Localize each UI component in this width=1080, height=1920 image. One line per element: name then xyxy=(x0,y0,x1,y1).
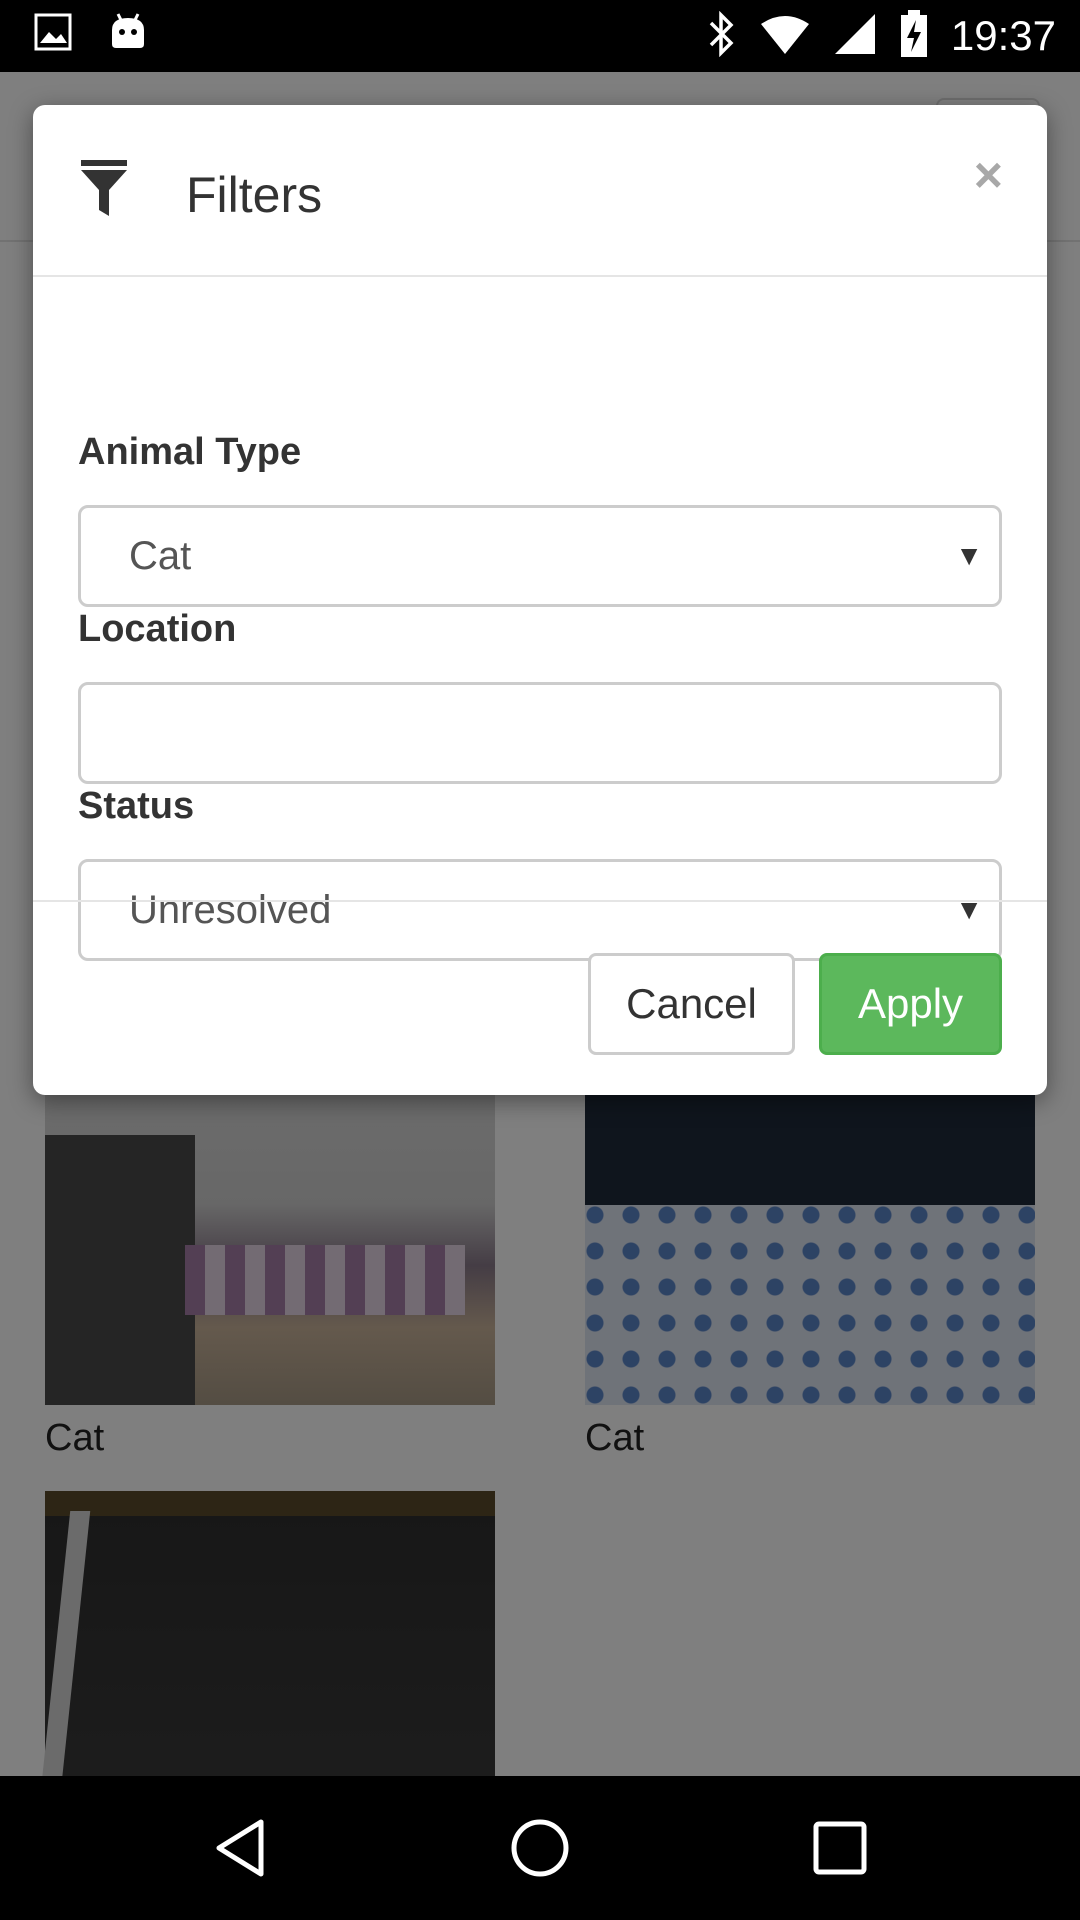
modal-title: Filters xyxy=(186,167,323,223)
image-icon xyxy=(34,13,72,56)
signal-icon xyxy=(833,12,877,61)
status-bar: 19:37 xyxy=(0,0,1080,72)
location-label: Location xyxy=(78,608,237,650)
location-input[interactable] xyxy=(78,682,1002,784)
chevron-down-icon: ▼ xyxy=(955,540,983,571)
navigation-bar xyxy=(0,1776,1080,1920)
animal-type-select[interactable]: Cat ▼ xyxy=(78,505,1002,607)
animal-type-value: Cat xyxy=(129,534,192,578)
back-icon[interactable] xyxy=(205,1812,277,1884)
bluetooth-icon xyxy=(707,10,737,62)
apply-button[interactable]: Apply xyxy=(819,953,1002,1055)
modal-footer: Cancel Apply xyxy=(33,900,1047,1095)
close-icon[interactable]: × xyxy=(974,145,1003,205)
recents-icon[interactable] xyxy=(804,1812,876,1884)
filters-modal: Filters × Animal Type Cat ▼ Location Sta… xyxy=(33,105,1047,1095)
clock: 19:37 xyxy=(950,12,1056,59)
battery-charging-icon xyxy=(899,9,929,63)
cancel-button[interactable]: Cancel xyxy=(588,953,795,1055)
animal-type-label: Animal Type xyxy=(78,431,302,473)
wifi-icon xyxy=(759,14,811,59)
modal-header: Filters × xyxy=(33,105,1047,277)
android-icon xyxy=(108,12,148,57)
filter-icon xyxy=(81,160,127,218)
home-icon[interactable] xyxy=(504,1812,576,1884)
status-label: Status xyxy=(78,785,195,827)
